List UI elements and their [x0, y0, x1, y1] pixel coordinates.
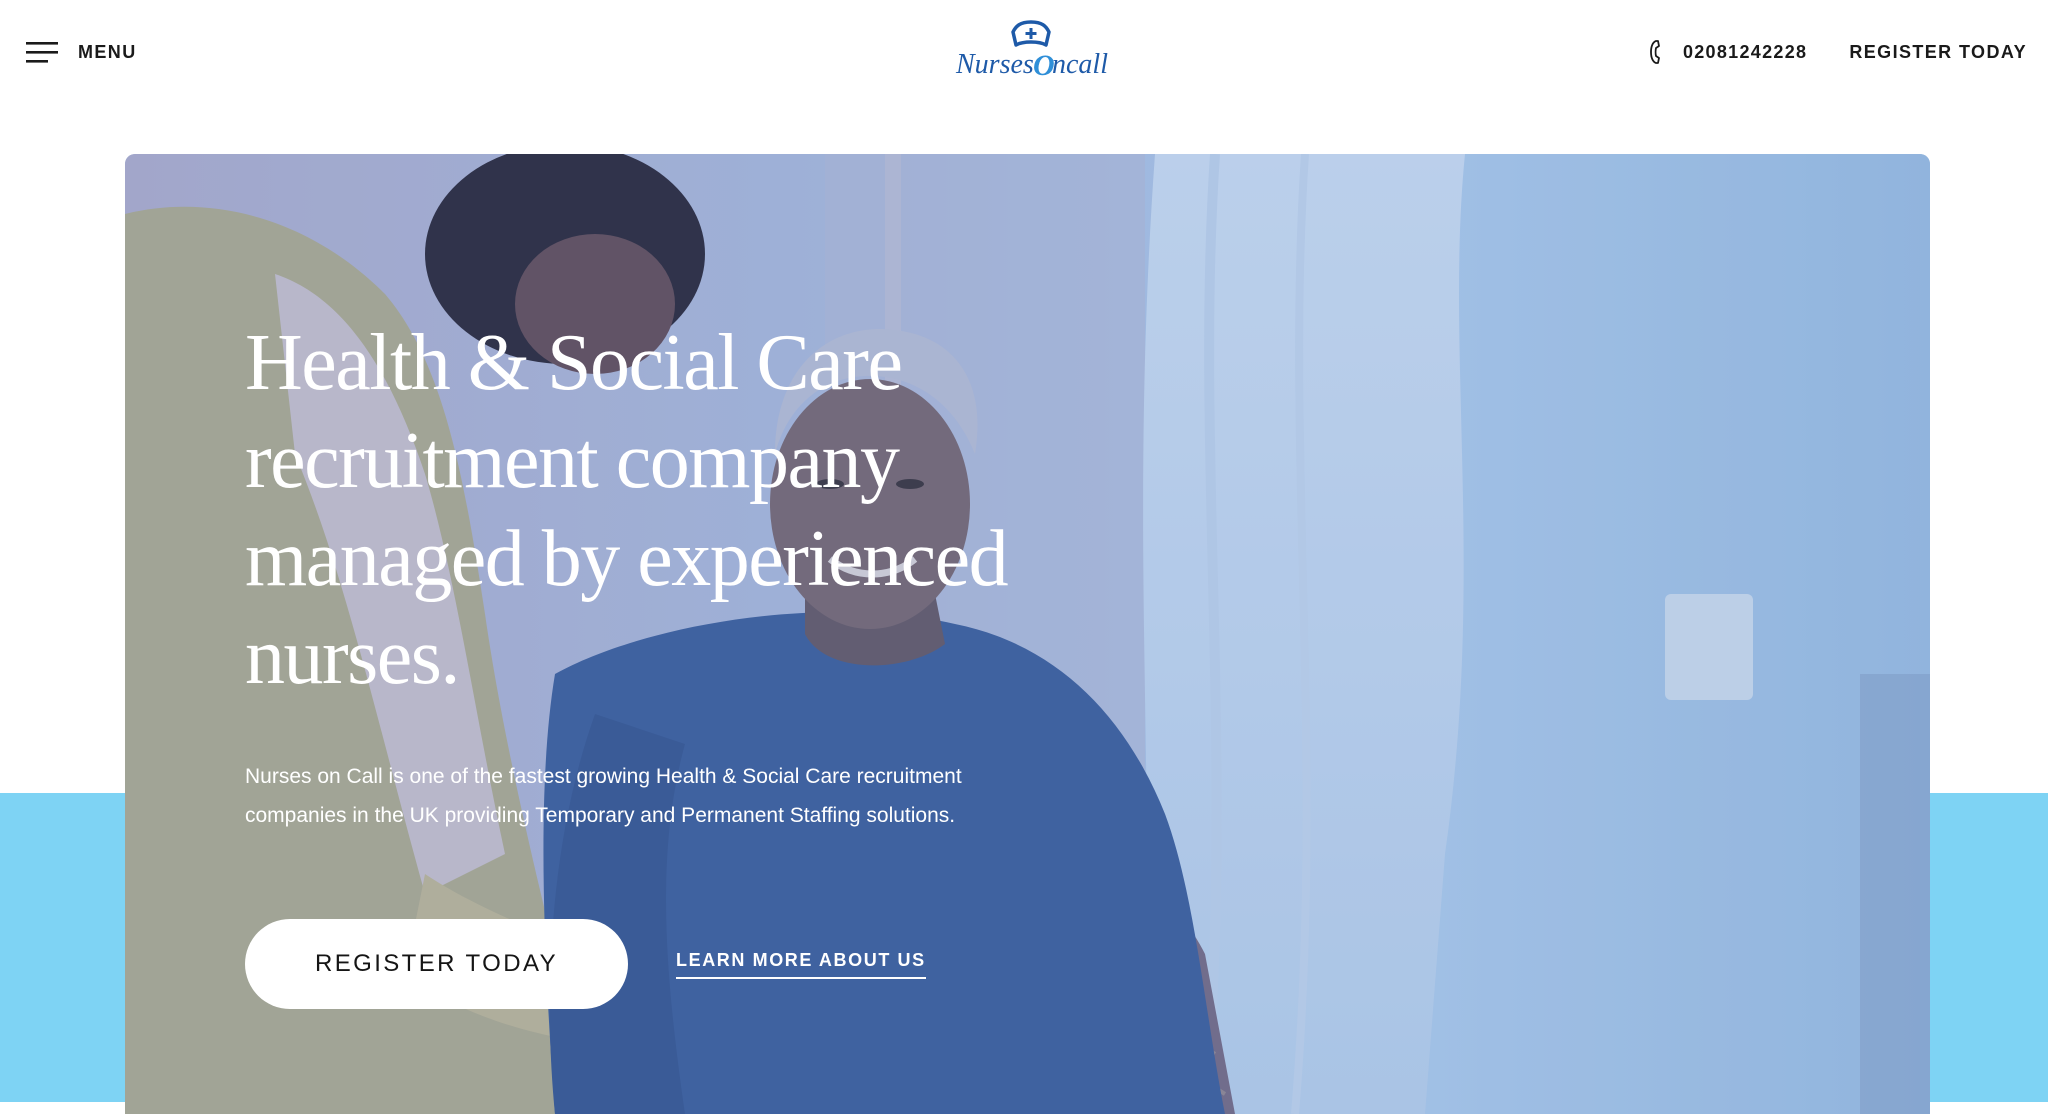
logo-graphic: Nurses O ncall	[955, 20, 1108, 82]
site-logo[interactable]: Nurses O ncall	[950, 18, 1112, 84]
phone-icon	[1650, 40, 1660, 64]
learn-more-link[interactable]: LEARN MORE ABOUT US	[676, 950, 926, 979]
menu-button[interactable]: MENU	[26, 38, 137, 66]
hero-section: Health & Social Care recruitment company…	[125, 154, 1930, 1114]
menu-label: MENU	[78, 41, 137, 62]
hero-content: Health & Social Care recruitment company…	[245, 314, 1145, 1009]
site-header: MENU Nurses O ncall 02081242228 REGISTER…	[0, 0, 2048, 105]
header-contact: 02081242228 REGISTER TODAY	[1649, 38, 2027, 66]
menu-icon	[26, 42, 58, 63]
hero-description: Nurses on Call is one of the fastest gro…	[245, 765, 962, 827]
logo-text-right: ncall	[1052, 49, 1108, 80]
phone-number-link[interactable]: 02081242228	[1683, 42, 1807, 63]
header-register-link[interactable]: REGISTER TODAY	[1849, 42, 2027, 63]
logo-text-left: Nurses	[955, 49, 1034, 80]
hero-title: Health & Social Care recruitment company…	[245, 319, 1009, 701]
register-today-button[interactable]: REGISTER TODAY	[245, 919, 628, 1009]
hero-actions: REGISTER TODAY LEARN MORE ABOUT US	[245, 919, 1145, 1009]
